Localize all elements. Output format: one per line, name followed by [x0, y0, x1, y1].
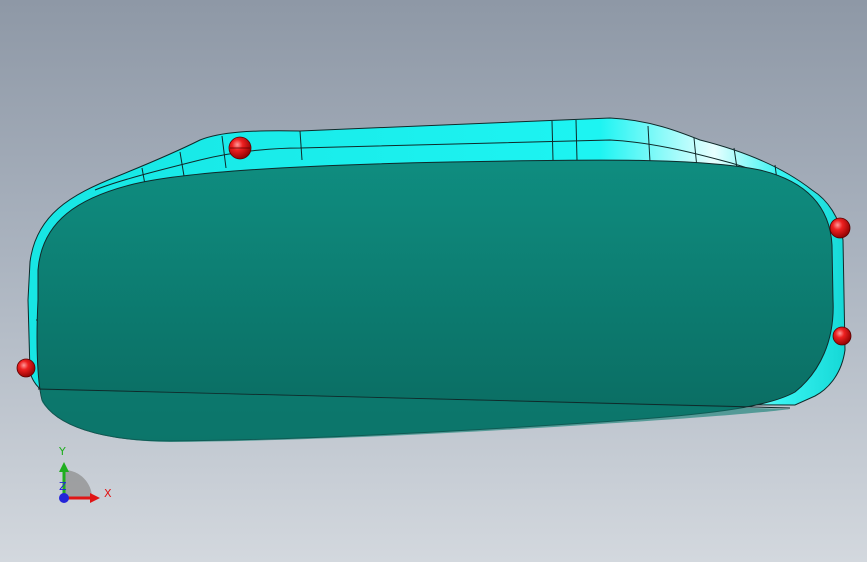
orientation-triad: X Y Z — [58, 445, 112, 503]
handle-right-lower[interactable] — [832, 326, 852, 346]
z-axis-label: Z — [59, 480, 67, 493]
y-axis-label: Y — [58, 445, 66, 458]
handle-left[interactable] — [16, 358, 36, 378]
handle-right-upper[interactable] — [829, 217, 851, 239]
z-axis-dot — [59, 493, 69, 503]
x-axis-label: X — [104, 487, 112, 500]
model-scene[interactable]: X Y Z — [0, 0, 867, 562]
3d-model-viewport[interactable]: X Y Z — [0, 0, 867, 562]
